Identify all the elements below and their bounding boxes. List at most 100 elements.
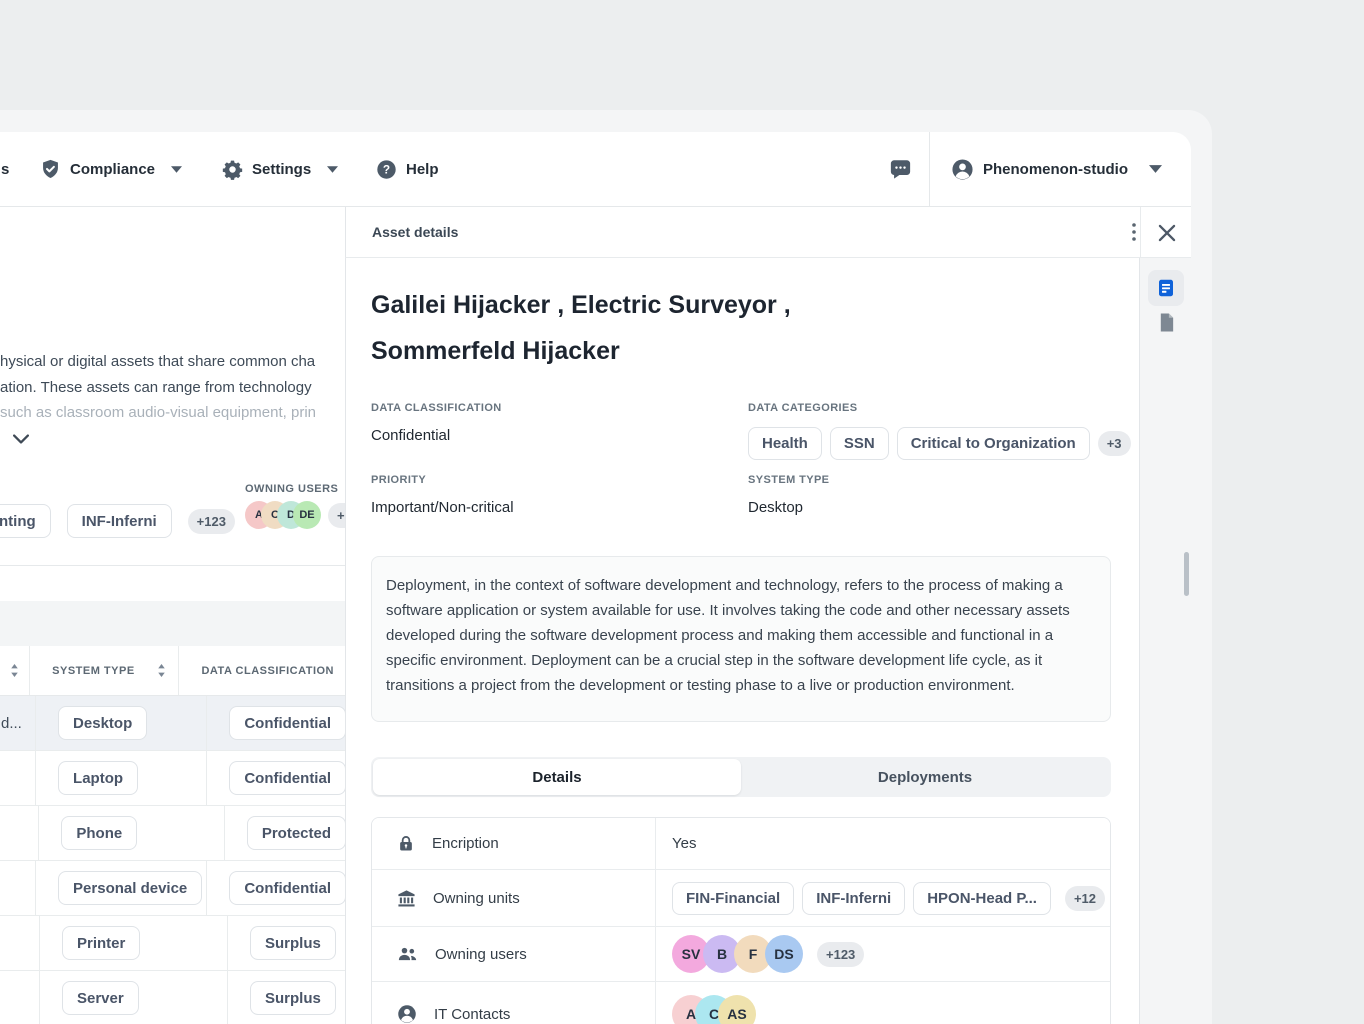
notes-icon <box>1156 278 1176 298</box>
table-row[interactable]: d... Desktop Confidential <box>0 696 346 751</box>
category-chip: Critical to Organization <box>897 427 1090 460</box>
avatar: DE <box>293 501 321 529</box>
system-type-badge: Printer <box>62 926 140 960</box>
more-categories-pill[interactable]: +3 <box>1098 431 1131 456</box>
gear-icon <box>222 159 243 180</box>
more-tags-pill[interactable]: +123 <box>188 509 235 534</box>
classification-badge: Protected <box>247 816 346 850</box>
tag-badge: nting <box>0 504 51 538</box>
more-users-pill[interactable]: +9 <box>328 503 346 528</box>
kebab-menu-icon <box>1132 223 1136 241</box>
table-row[interactable]: Phone Protected <box>0 806 346 861</box>
account-menu[interactable]: Phenomenon-studio <box>951 132 1162 206</box>
close-icon <box>1158 224 1176 242</box>
table-row[interactable]: Server Surplus <box>0 971 346 1024</box>
asset-group-tags: nting INF-Inferni +123 <box>0 504 235 538</box>
owning-unit-chip: INF-Inferni <box>802 882 905 915</box>
detail-row-owning-users: Owning users SV B F DS +123 <box>372 927 1110 982</box>
nav-item-settings[interactable]: Settings <box>222 132 338 206</box>
asset-panel: Galilei Hijacker , Electric Surveyor , S… <box>345 258 1140 1024</box>
people-icon <box>397 945 418 964</box>
classification-badge: Surplus <box>250 981 336 1015</box>
chevron-down-icon <box>327 166 338 173</box>
system-type-badge: Server <box>62 981 139 1015</box>
lock-icon <box>397 834 415 853</box>
chevron-down-icon <box>171 166 182 173</box>
tag-badge: INF-Inferni <box>67 504 172 538</box>
tab-details[interactable]: Details <box>373 759 741 795</box>
sort-icon[interactable] <box>157 664 166 677</box>
field-system-type: SYSTEM TYPE Desktop <box>748 474 829 516</box>
page-background-content: hysical or digital assets that share com… <box>0 207 346 1024</box>
detail-row-it-contacts: IT Contacts A C AS <box>372 982 1110 1024</box>
owning-users-label: OWNING USERS <box>245 483 338 495</box>
details-table: Encription Yes Owning units FIN-Financia… <box>371 817 1111 1024</box>
section-divider <box>0 565 346 566</box>
help-icon: ? <box>376 159 397 180</box>
table-toolbar <box>0 601 346 646</box>
navbar-divider <box>929 132 930 206</box>
expand-description-button[interactable] <box>13 434 31 448</box>
system-type-badge: Personal device <box>58 871 202 905</box>
nav-help-label: Help <box>406 161 439 178</box>
sort-icon[interactable] <box>10 664 19 677</box>
classification-badge: Confidential <box>229 871 346 905</box>
chevron-down-icon <box>1149 165 1162 173</box>
classification-badge: Surplus <box>250 926 336 960</box>
more-units-pill[interactable]: +12 <box>1065 886 1105 911</box>
system-type-badge: Laptop <box>58 761 138 795</box>
nav-item-compliance[interactable]: Compliance <box>40 132 182 206</box>
user-avatar-icon <box>951 158 974 181</box>
category-chip: SSN <box>830 427 889 460</box>
top-navbar: s Compliance Settings ? Help <box>0 132 1191 207</box>
field-data-classification: DATA CLASSIFICATION Confidential <box>371 402 502 444</box>
panel-view-file-button[interactable] <box>1148 304 1184 340</box>
panel-tabs: Details Deployments <box>371 757 1111 797</box>
nav-compliance-label: Compliance <box>70 161 155 178</box>
expand-chevron-icon <box>13 434 31 444</box>
system-type-badge: Desktop <box>58 706 147 740</box>
detail-row-owning-units: Owning units FIN-Financial INF-Inferni H… <box>372 870 1110 927</box>
table-row[interactable]: Laptop Confidential <box>0 751 346 806</box>
table-row[interactable]: Printer Surplus <box>0 916 346 971</box>
svg-text:?: ? <box>383 162 390 176</box>
panel-view-notes-button[interactable] <box>1148 270 1184 306</box>
field-priority: PRIORITY Important/Non-critical <box>371 474 514 516</box>
more-users-pill[interactable]: +123 <box>817 942 864 967</box>
account-name: Phenomenon-studio <box>983 161 1128 178</box>
owning-unit-chip: FIN-Financial <box>672 882 794 915</box>
owning-unit-chip: HPON-Head P... <box>913 882 1051 915</box>
column-header-system-type[interactable]: SYSTEM TYPE <box>30 646 179 695</box>
detail-row-encryption: Encription Yes <box>372 818 1110 870</box>
panel-title: Asset details <box>372 224 458 240</box>
assets-table: SYSTEM TYPE DATA CLASSIFICATION d... Des… <box>0 646 346 1024</box>
classification-badge: Confidential <box>229 706 346 740</box>
clipped-nav-item[interactable]: s <box>1 132 9 206</box>
asset-name-title: Galilei Hijacker , Electric Surveyor , S… <box>371 282 1011 374</box>
system-type-badge: Phone <box>61 816 137 850</box>
scrollbar-thumb[interactable] <box>1184 552 1189 596</box>
chat-icon <box>889 158 912 180</box>
shield-check-icon <box>40 158 61 180</box>
field-data-categories: DATA CATEGORIES Health SSN Critical to O… <box>748 402 1131 460</box>
tab-deployments[interactable]: Deployments <box>741 759 1109 795</box>
column-header-classification[interactable]: DATA CLASSIFICATION <box>179 646 346 695</box>
avatar: AS <box>718 995 756 1024</box>
classification-badge: Confidential <box>229 761 346 795</box>
file-icon <box>1157 312 1176 333</box>
nav-item-help[interactable]: ? Help <box>376 132 439 206</box>
asset-group-description: hysical or digital assets that share com… <box>0 349 346 426</box>
person-icon <box>397 1004 417 1024</box>
avatar: DS <box>765 935 803 973</box>
owning-users-avatar-group: A C D DE +9 <box>245 501 346 529</box>
chat-button[interactable] <box>889 132 912 206</box>
bank-icon <box>397 889 416 908</box>
clipped-nav-item-label: s <box>1 161 9 178</box>
table-row[interactable]: Personal device Confidential <box>0 861 346 916</box>
close-panel-button[interactable] <box>1158 224 1176 242</box>
asset-panel-header: Asset details <box>345 207 1140 258</box>
column-header-name[interactable] <box>0 646 30 695</box>
category-chip: Health <box>748 427 822 460</box>
asset-description: Deployment, in the context of software d… <box>371 556 1111 722</box>
nav-settings-label: Settings <box>252 161 311 178</box>
